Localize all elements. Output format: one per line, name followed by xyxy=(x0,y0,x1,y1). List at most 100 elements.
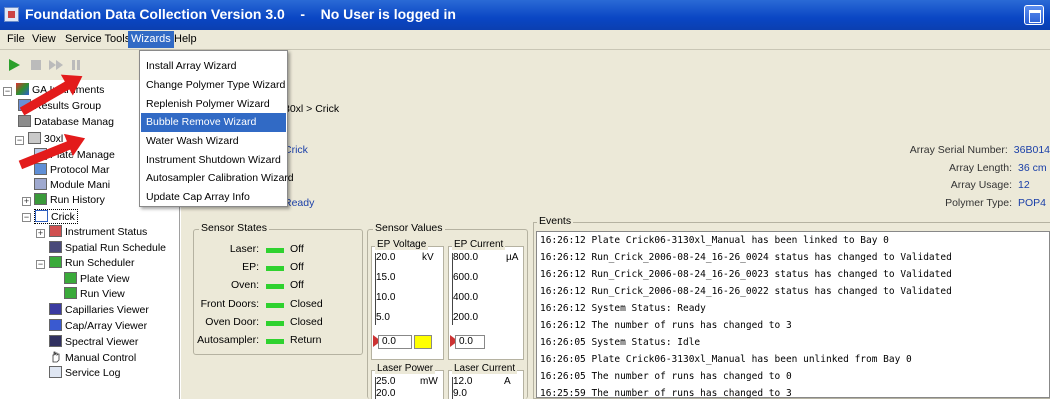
menu-view[interactable]: View xyxy=(29,33,59,45)
wizards-dropdown: Install Array Wizard Change Polymer Type… xyxy=(139,50,294,207)
status-led xyxy=(266,266,284,271)
menu-bar: File View Service Tools Wizards Help xyxy=(0,30,1050,50)
ep-voltage-gauge: EP Voltage kV 20.0 15.0 10.0 5.0 0.0 xyxy=(371,239,444,360)
stop-icon[interactable] xyxy=(28,57,44,73)
spectral-icon xyxy=(49,335,62,347)
tree-item-run-view[interactable]: Run View xyxy=(64,287,125,302)
tree-item-run-history[interactable]: Run History xyxy=(34,193,105,208)
tree-item-plate-view[interactable]: Plate View xyxy=(64,272,129,287)
status-led xyxy=(266,321,284,326)
menu-item-install-array-wizard[interactable]: Install Array Wizard xyxy=(141,57,286,76)
app-icon xyxy=(4,7,19,22)
collapse-toggle[interactable]: − xyxy=(36,260,45,269)
instrument-status-icon xyxy=(49,225,62,237)
laser-current-gauge: Laser Current A 12.0 9.0 xyxy=(448,363,524,399)
events-panel: Events 16:26:12 Plate Crick06-3130xl_Man… xyxy=(533,215,1050,399)
array-length: Array Length: 36 cm xyxy=(948,162,1047,174)
menu-help[interactable]: Help xyxy=(171,33,200,45)
menu-item-instrument-shutdown-wizard[interactable]: Instrument Shutdown Wizard xyxy=(141,151,286,170)
event-line: 16:26:05 The number of runs has changed … xyxy=(540,371,792,382)
sensor-autosampler: Autosampler: Return xyxy=(197,334,322,346)
run-history-icon xyxy=(34,193,47,205)
collapse-toggle[interactable]: − xyxy=(3,87,12,96)
collapse-toggle[interactable]: − xyxy=(22,213,31,222)
tree-item-spectral-viewer[interactable]: Spectral Viewer xyxy=(49,335,138,350)
events-log[interactable]: 16:26:12 Plate Crick06-3130xl_Manual has… xyxy=(536,231,1050,399)
collapse-toggle[interactable]: − xyxy=(15,136,24,145)
window-title: Foundation Data Collection Version 3.0 -… xyxy=(25,6,456,22)
polymer-type: Polymer Type: POP4 xyxy=(945,197,1047,209)
menu-file[interactable]: File xyxy=(4,33,28,45)
skip-icon[interactable] xyxy=(48,57,64,73)
sensor-oven: Oven: Off xyxy=(230,279,304,291)
event-line: 16:25:59 The number of runs has changed … xyxy=(540,388,792,399)
array-serial-number: Array Serial Number: 36B014 xyxy=(909,144,1050,156)
tree-item-spatial-run-scheduler[interactable]: Spatial Run Schedule xyxy=(49,241,166,256)
menu-item-replenish-polymer-wizard[interactable]: Replenish Polymer Wizard xyxy=(141,95,286,114)
status-led xyxy=(266,303,284,308)
menu-service-tools[interactable]: Service Tools xyxy=(62,33,133,45)
manual-control-icon xyxy=(49,351,62,363)
event-line: 16:26:12 Run_Crick_2006-08-24_16-26_0022… xyxy=(540,286,952,297)
event-line: 16:26:12 Run_Crick_2006-08-24_16-26_0023… xyxy=(540,269,952,280)
main-panel: 30xl > Crick Crick Ready Array Serial Nu… xyxy=(181,80,1050,399)
laser-power-gauge: Laser Power mW 25.0 20.0 xyxy=(371,363,444,399)
status-led xyxy=(266,339,284,344)
instrument-icon xyxy=(28,132,41,144)
tree-item-service-log[interactable]: Service Log xyxy=(49,366,120,381)
ep-voltage-readout: 0.0 xyxy=(378,335,412,349)
instrument-status: Ready xyxy=(284,197,315,209)
tree-item-manual-control[interactable]: Manual Control xyxy=(49,351,136,366)
event-line: 16:26:12 Run_Crick_2006-08-24_16-26_0024… xyxy=(540,252,952,263)
maximize-button[interactable] xyxy=(1024,5,1044,25)
tree-item-capillaries-viewer[interactable]: Capillaries Viewer xyxy=(49,303,149,318)
status-led xyxy=(266,284,284,289)
breadcrumb: 30xl > Crick xyxy=(284,103,340,115)
expand-toggle[interactable]: + xyxy=(22,197,31,206)
sensor-states-panel: Sensor States Laser: Off EP: Off Oven: O… xyxy=(193,222,363,355)
event-line: 16:26:05 System Status: Idle xyxy=(540,337,701,348)
play-icon[interactable] xyxy=(6,57,22,73)
sensor-values-panel: Sensor Values EP Voltage kV 20.0 15.0 10… xyxy=(367,222,528,399)
event-line: 16:26:05 Plate Crick06-3130xl_Manual has… xyxy=(540,354,912,365)
tree-item-database-manager[interactable]: Database Manag xyxy=(18,115,114,130)
sensor-front-doors: Front Doors: Closed xyxy=(200,298,323,310)
tree-item-protocol-manager[interactable]: Protocol Mar xyxy=(34,163,110,178)
tree-item-cap-array-viewer[interactable]: Cap/Array Viewer xyxy=(49,319,147,334)
expand-toggle[interactable]: + xyxy=(36,229,45,238)
ep-current-gauge: EP Current µA 800.0 600.0 400.0 200.0 0.… xyxy=(448,239,524,360)
sensor-laser: Laser: Off xyxy=(229,243,304,255)
ep-voltage-indicator xyxy=(414,335,432,349)
run-scheduler-icon xyxy=(49,256,62,268)
menu-item-update-cap-array-info[interactable]: Update Cap Array Info xyxy=(141,188,286,207)
tree-item-run-scheduler[interactable]: Run Scheduler xyxy=(49,256,134,271)
event-line: 16:26:12 System Status: Ready xyxy=(540,303,706,314)
sensor-ep: EP: Off xyxy=(242,261,304,273)
sensor-values-title: Sensor Values xyxy=(373,222,445,234)
status-led xyxy=(266,248,284,253)
tree-item-instrument-status[interactable]: Instrument Status xyxy=(49,225,147,240)
cap-array-icon xyxy=(49,319,62,331)
menu-item-water-wash-wizard[interactable]: Water Wash Wizard xyxy=(141,132,286,151)
plate-view-icon xyxy=(64,272,77,284)
array-usage: Array Usage: 12 xyxy=(950,179,1030,191)
capillaries-icon xyxy=(49,303,62,315)
title-bar: Foundation Data Collection Version 3.0 -… xyxy=(0,0,1050,30)
module-icon xyxy=(34,178,47,190)
ep-current-readout: 0.0 xyxy=(455,335,485,349)
service-log-icon xyxy=(49,366,62,378)
sensor-states-title: Sensor States xyxy=(199,222,269,234)
run-view-icon xyxy=(64,287,77,299)
menu-wizards[interactable]: Wizards xyxy=(128,31,174,48)
ga-instruments-icon xyxy=(16,83,29,95)
database-icon xyxy=(18,115,31,127)
events-title: Events xyxy=(537,215,574,227)
tree-item-crick[interactable]: Crick xyxy=(34,209,78,224)
menu-item-bubble-remove-wizard[interactable]: Bubble Remove Wizard xyxy=(141,113,286,132)
menu-item-change-polymer-type-wizard[interactable]: Change Polymer Type Wizard xyxy=(141,76,286,95)
crick-icon xyxy=(35,210,48,222)
menu-item-autosampler-calibration-wizard[interactable]: Autosampler Calibration Wizard xyxy=(141,169,294,188)
protocol-icon xyxy=(34,163,47,175)
tree-item-module-manager[interactable]: Module Mani xyxy=(34,178,110,193)
event-line: 16:26:12 The number of runs has changed … xyxy=(540,320,792,331)
